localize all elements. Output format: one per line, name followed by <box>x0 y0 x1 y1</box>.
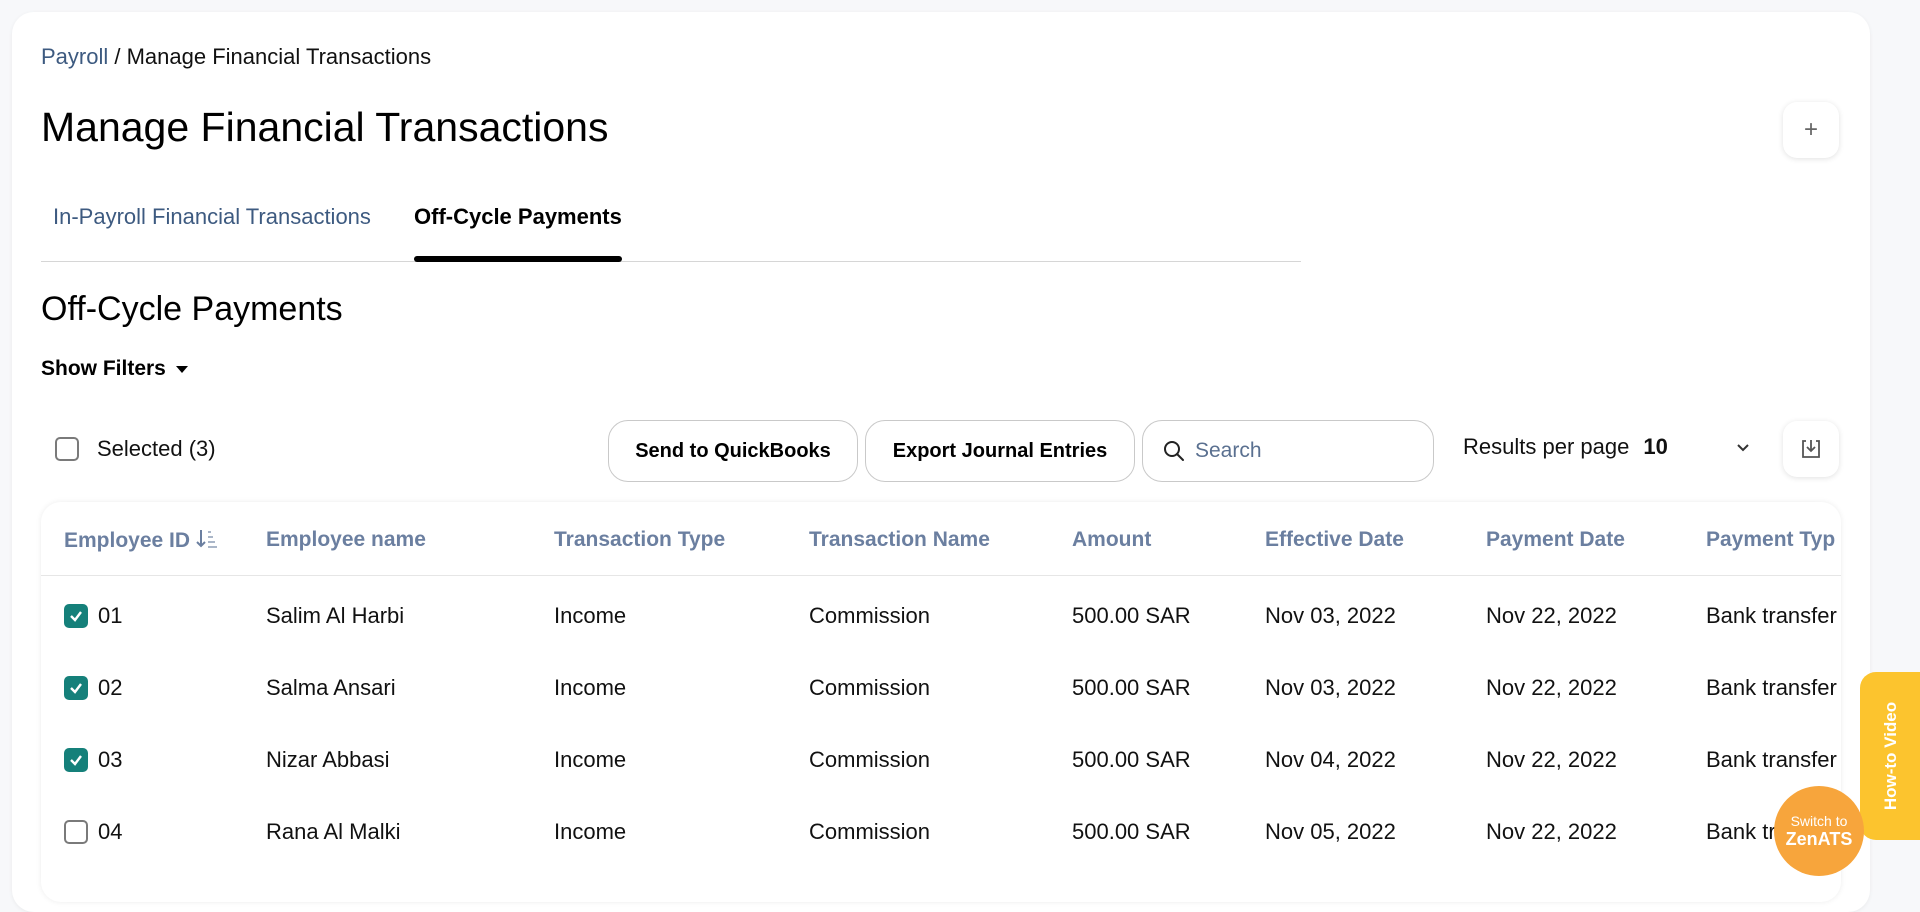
results-per-page-value: 10 <box>1643 434 1668 459</box>
table-row: 01 Salim Al Harbi Income Commission 500.… <box>41 581 1841 653</box>
effective-date: Nov 03, 2022 <box>1265 603 1396 628</box>
search-input[interactable] <box>1195 439 1415 463</box>
employee-id: 02 <box>98 675 123 700</box>
search-icon <box>1164 441 1184 461</box>
amount: 500.00 SAR <box>1072 819 1191 844</box>
how-to-video-label: How-to Video <box>1881 701 1901 811</box>
check-icon <box>70 683 82 694</box>
section-title: Off-Cycle Payments <box>41 290 343 328</box>
employee-name: Salim Al Harbi <box>266 603 405 628</box>
effective-date: Nov 04, 2022 <box>1265 747 1396 772</box>
search-box <box>1142 420 1434 482</box>
payment-date: Nov 22, 2022 <box>1486 603 1617 628</box>
plus-icon: + <box>1803 116 1818 143</box>
amount: 500.00 SAR <box>1072 747 1191 772</box>
transaction-name: Commission <box>809 747 931 772</box>
row-checkbox[interactable] <box>64 604 88 628</box>
employee-id: 03 <box>98 747 123 772</box>
download-icon <box>1802 440 1820 458</box>
transaction-type: Income <box>554 675 627 700</box>
transaction-type: Income <box>554 747 627 772</box>
header-transaction-name[interactable]: Transaction Name <box>809 528 990 552</box>
tabs-bar: In-Payroll Financial Transactions Off-Cy… <box>41 196 1301 262</box>
table-row: 03 Nizar Abbasi Income Commission 500.00… <box>41 725 1841 797</box>
selected-count: Selected (3) <box>97 436 216 461</box>
results-per-page[interactable]: Results per page 10 <box>1463 434 1749 460</box>
header-effective-date[interactable]: Effective Date <box>1265 528 1404 552</box>
header-employee-name[interactable]: Employee name <box>266 528 426 552</box>
chevron-down-icon <box>1737 444 1749 452</box>
payment-type: Bank transfer <box>1706 747 1837 772</box>
header-transaction-type[interactable]: Transaction Type <box>554 528 725 552</box>
select-all: Selected (3) <box>55 436 216 462</box>
transaction-type: Income <box>554 603 627 628</box>
check-icon <box>70 611 82 622</box>
table-row: 04 Rana Al Malki Income Commission 500.0… <box>41 797 1841 869</box>
row-checkbox[interactable] <box>64 748 88 772</box>
show-filters-toggle[interactable]: Show Filters <box>41 357 188 381</box>
page-title: Manage Financial Transactions <box>41 104 609 150</box>
employee-name: Rana Al Malki <box>266 819 401 844</box>
breadcrumb-separator: / <box>108 44 127 69</box>
employee-id: 04 <box>98 819 123 844</box>
header-employee-id[interactable]: Employee ID <box>64 528 218 553</box>
amount: 500.00 SAR <box>1072 603 1191 628</box>
breadcrumb: Payroll / Manage Financial Transactions <box>41 44 431 70</box>
employee-name: Nizar Abbasi <box>266 747 390 772</box>
check-icon <box>70 755 82 766</box>
transactions-table: Employee ID Employee name Transaction Ty… <box>41 502 1841 902</box>
header-payment-type[interactable]: Payment Typ <box>1706 528 1835 552</box>
payment-date: Nov 22, 2022 <box>1486 819 1617 844</box>
breadcrumb-payroll-link[interactable]: Payroll <box>41 44 108 69</box>
amount: 500.00 SAR <box>1072 675 1191 700</box>
effective-date: Nov 03, 2022 <box>1265 675 1396 700</box>
transaction-name: Commission <box>809 675 931 700</box>
table-row: 02 Salma Ansari Income Commission 500.00… <box>41 653 1841 725</box>
send-to-quickbooks-button[interactable]: Send to QuickBooks <box>608 420 858 482</box>
header-payment-date[interactable]: Payment Date <box>1486 528 1625 552</box>
caret-down-icon <box>175 365 188 373</box>
transaction-name: Commission <box>809 819 931 844</box>
how-to-video-button[interactable]: How-to Video <box>1860 672 1920 840</box>
employee-name: Salma Ansari <box>266 675 396 700</box>
table-header: Employee ID Employee name Transaction Ty… <box>41 502 1841 576</box>
employee-id: 01 <box>98 603 123 628</box>
export-journal-entries-button[interactable]: Export Journal Entries <box>865 420 1135 482</box>
payment-type: Bank tr <box>1706 819 1776 844</box>
row-checkbox[interactable] <box>64 676 88 700</box>
switch-label: Switch to <box>1790 812 1848 829</box>
breadcrumb-current: Manage Financial Transactions <box>126 44 432 69</box>
sort-icon <box>196 530 217 548</box>
switch-to-zenats-button[interactable]: Switch to ZenATS <box>1774 786 1864 876</box>
header-amount[interactable]: Amount <box>1072 528 1151 552</box>
tab-off-cycle[interactable]: Off-Cycle Payments <box>414 204 622 262</box>
show-filters-label: Show Filters <box>41 357 166 380</box>
payment-type: Bank transfer <box>1706 675 1837 700</box>
add-button[interactable]: + <box>1783 102 1839 158</box>
select-all-checkbox[interactable] <box>55 437 79 461</box>
payment-type: Bank transfer <box>1706 603 1837 628</box>
download-button[interactable] <box>1783 421 1839 477</box>
payment-date: Nov 22, 2022 <box>1486 675 1617 700</box>
transaction-name: Commission <box>809 603 931 628</box>
payment-date: Nov 22, 2022 <box>1486 747 1617 772</box>
zenats-label: ZenATS <box>1785 828 1853 849</box>
results-per-page-label: Results per page <box>1463 434 1630 459</box>
tab-in-payroll[interactable]: In-Payroll Financial Transactions <box>53 204 371 252</box>
row-checkbox[interactable] <box>64 820 88 844</box>
effective-date: Nov 05, 2022 <box>1265 819 1396 844</box>
transaction-type: Income <box>554 819 627 844</box>
